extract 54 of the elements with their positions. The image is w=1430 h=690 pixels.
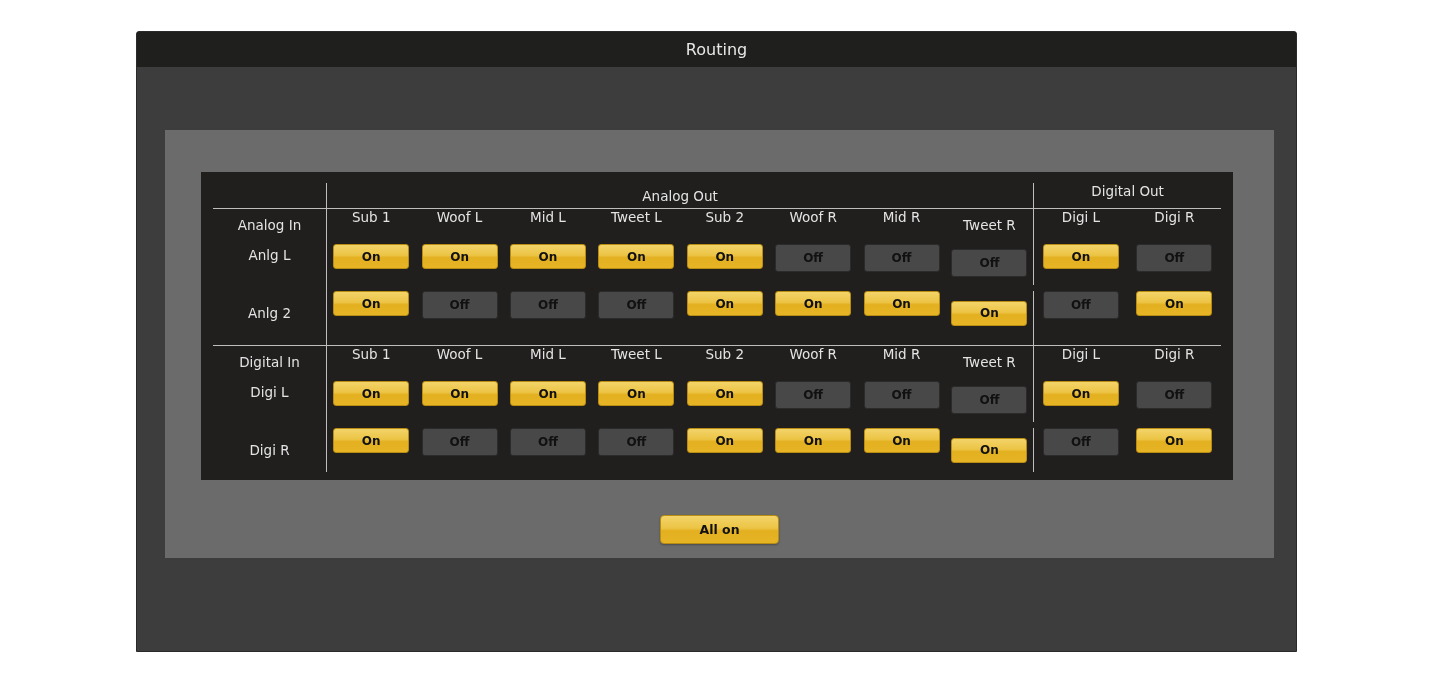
output-column-label: Digi R	[1154, 209, 1195, 225]
toggle-button[interactable]: On	[421, 381, 498, 406]
output-column-label: Mid R	[882, 346, 921, 362]
toggle-button[interactable]: On	[686, 428, 763, 453]
output-column-label: Digi R	[1154, 346, 1195, 362]
toggle-button[interactable]: On	[598, 244, 675, 269]
output-column-label: Tweet L	[610, 346, 662, 362]
input-row-label: Anlg 2	[248, 305, 291, 321]
output-column-label: Woof R	[789, 209, 837, 225]
input-row-label: Digi L	[250, 384, 289, 400]
group-heading: Analog Out	[642, 187, 718, 204]
input-group-heading: Analog In	[237, 217, 302, 233]
toggle-button[interactable]: On	[951, 437, 1028, 463]
input-group-heading: Digital In	[239, 354, 300, 370]
toggle-button[interactable]: On	[333, 291, 410, 316]
toggle-button[interactable]: On	[509, 381, 586, 406]
toggle-button[interactable]: On	[863, 428, 940, 453]
toggle-button[interactable]: On	[333, 428, 410, 453]
toggle-button[interactable]: On	[1042, 381, 1119, 406]
toggle-button[interactable]: On	[333, 244, 410, 269]
toggle-button[interactable]: On	[1042, 244, 1119, 269]
output-column-label: Tweet L	[610, 209, 662, 225]
output-column-label: Sub 1	[351, 209, 391, 225]
toggle-button[interactable]: On	[509, 244, 586, 269]
toggle-button[interactable]: On	[951, 300, 1028, 326]
toggle-button[interactable]: On	[333, 381, 410, 406]
group-heading: Digital Out	[1091, 183, 1164, 199]
toggle-button[interactable]: On	[598, 381, 675, 406]
input-row-label: Anlg L	[248, 247, 291, 263]
output-column-label: Tweet R	[963, 217, 1016, 233]
toggle-button[interactable]: On	[686, 381, 763, 406]
output-column-label: Sub 2	[705, 209, 745, 225]
output-column-label: Sub 2	[705, 346, 745, 362]
output-column-label: Sub 1	[351, 346, 391, 362]
output-column-label: Mid L	[530, 209, 566, 225]
output-column-label: Woof L	[436, 346, 483, 362]
toggle-button[interactable]: On	[421, 244, 498, 269]
toggle-button[interactable]: On	[1136, 428, 1213, 453]
input-row-label: Digi R	[249, 442, 290, 458]
window-title: Routing	[685, 40, 748, 59]
all-on-button[interactable]: All on	[660, 515, 779, 544]
toggle-button[interactable]: On	[686, 244, 763, 269]
output-column-label: Mid R	[882, 209, 921, 225]
output-column-label: Digi L	[1061, 209, 1100, 225]
output-column-label: Woof R	[789, 346, 837, 362]
output-column-label: Woof L	[436, 209, 483, 225]
output-column-label: Digi L	[1061, 346, 1100, 362]
toggle-button[interactable]: On	[686, 291, 763, 316]
output-column-label: Tweet R	[963, 354, 1016, 370]
toggle-button[interactable]: On	[775, 291, 852, 316]
toggle-button[interactable]: On	[863, 291, 940, 316]
toggle-button[interactable]: On	[1136, 291, 1213, 316]
toggle-button[interactable]: On	[775, 428, 852, 453]
output-column-label: Mid L	[530, 346, 566, 362]
